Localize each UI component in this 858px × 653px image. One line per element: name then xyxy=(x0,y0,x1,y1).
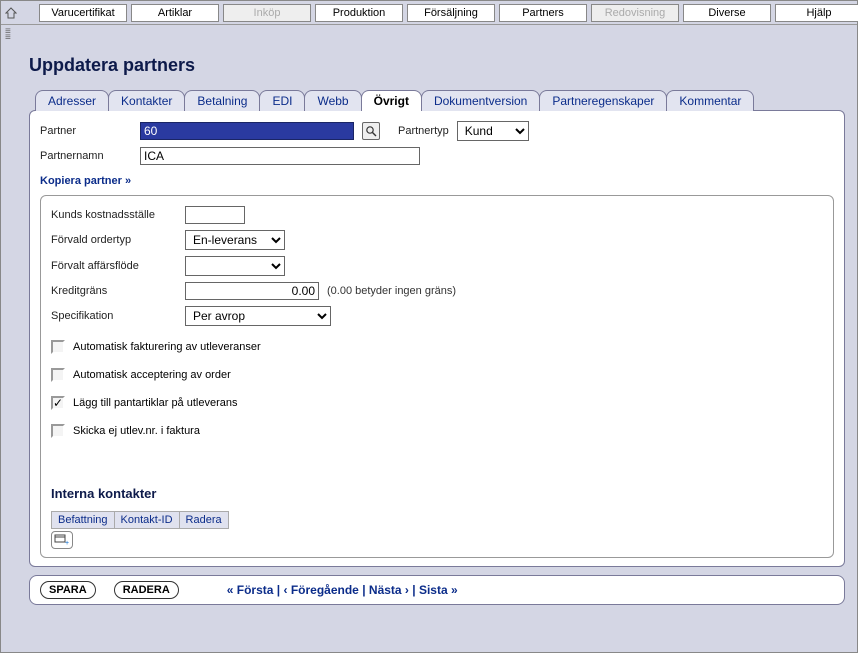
home-icon[interactable] xyxy=(5,7,17,19)
partnernamn-input[interactable] xyxy=(140,147,420,165)
nav-prev[interactable]: ‹ Föregående xyxy=(284,583,359,597)
svg-text:+: + xyxy=(65,540,69,546)
checkbox-label-0: Automatisk fakturering av utleveranser xyxy=(73,341,261,353)
tab-partneregenskaper[interactable]: Partneregenskaper xyxy=(539,90,667,111)
checkbox-2[interactable]: ✓ xyxy=(51,396,65,410)
menu-varucertifikat[interactable]: Varucertifikat xyxy=(39,4,127,22)
action-bar: SPARA RADERA « Första | ‹ Föregående | N… xyxy=(29,575,845,605)
checkbox-label-1: Automatisk acceptering av order xyxy=(73,369,231,381)
specifikation-label: Specifikation xyxy=(51,310,177,322)
col-kontaktid: Kontakt-ID xyxy=(114,512,179,529)
checkbox-3[interactable] xyxy=(51,424,65,438)
menu-inköp: Inköp xyxy=(223,4,311,22)
menu-hjälp[interactable]: Hjälp xyxy=(775,4,858,22)
menu-redovisning: Redovisning xyxy=(591,4,679,22)
affarsflode-select[interactable] xyxy=(185,256,285,276)
save-button[interactable]: SPARA xyxy=(40,581,96,599)
interna-kontakter-table: Befattning Kontakt-ID Radera xyxy=(51,511,229,529)
menu-artiklar[interactable]: Artiklar xyxy=(131,4,219,22)
kreditgrans-label: Kreditgräns xyxy=(51,285,177,297)
ordertyp-select[interactable]: En-leverans xyxy=(185,230,285,250)
tab-kontakter[interactable]: Kontakter xyxy=(108,90,185,111)
kostnadsstalle-input[interactable] xyxy=(185,206,245,224)
kreditgrans-input[interactable] xyxy=(185,282,319,300)
nav-first[interactable]: « Första xyxy=(227,583,274,597)
kostnadsstalle-label: Kunds kostnadsställe xyxy=(51,209,177,221)
interna-kontakter-heading: Interna kontakter xyxy=(51,486,823,501)
tab-webb[interactable]: Webb xyxy=(304,90,361,111)
partner-id-input[interactable] xyxy=(140,122,354,140)
tab-övrigt[interactable]: Övrigt xyxy=(361,90,422,111)
affarsflode-label: Förvalt affärsflöde xyxy=(51,260,177,272)
menu-försäljning[interactable]: Försäljning xyxy=(407,4,495,22)
tab-betalning[interactable]: Betalning xyxy=(184,90,260,111)
checkbox-0[interactable] xyxy=(51,340,65,354)
tab-kommentar[interactable]: Kommentar xyxy=(666,90,754,111)
nav-next[interactable]: Nästa › xyxy=(369,583,409,597)
form-panel: Partner Partnertyp Kund Partnernamn Kopi… xyxy=(29,110,845,567)
toolbar-grip-icon: ≡≡ xyxy=(5,29,19,41)
kreditgrans-hint: (0.00 betyder ingen gräns) xyxy=(327,285,456,297)
partnertyp-select[interactable]: Kund xyxy=(457,121,529,141)
add-contact-button[interactable]: + xyxy=(51,531,73,549)
tab-dokumentversion[interactable]: Dokumentversion xyxy=(421,90,540,111)
checkbox-label-2: Lägg till pantartiklar på utleverans xyxy=(73,397,237,409)
checkbox-label-3: Skicka ej utlev.nr. i faktura xyxy=(73,425,200,437)
nav-last[interactable]: Sista » xyxy=(419,583,458,597)
ordertyp-label: Förvald ordertyp xyxy=(51,234,177,246)
menu-partners[interactable]: Partners xyxy=(499,4,587,22)
page-title: Uppdatera partners xyxy=(29,55,845,76)
tab-adresser[interactable]: Adresser xyxy=(35,90,109,111)
partnernamn-label: Partnernamn xyxy=(40,150,132,162)
checkbox-1[interactable] xyxy=(51,368,65,382)
menu-produktion[interactable]: Produktion xyxy=(315,4,403,22)
menu-diverse[interactable]: Diverse xyxy=(683,4,771,22)
tab-edi[interactable]: EDI xyxy=(259,90,305,111)
col-radera: Radera xyxy=(179,512,228,529)
partnertyp-label: Partnertyp xyxy=(398,125,449,137)
partner-label: Partner xyxy=(40,125,132,137)
copy-partner-link[interactable]: Kopiera partner » xyxy=(40,175,131,187)
partner-search-button[interactable] xyxy=(362,122,380,140)
col-befattning: Befattning xyxy=(52,512,115,529)
specifikation-select[interactable]: Per avrop xyxy=(185,306,331,326)
delete-button[interactable]: RADERA xyxy=(114,581,179,599)
